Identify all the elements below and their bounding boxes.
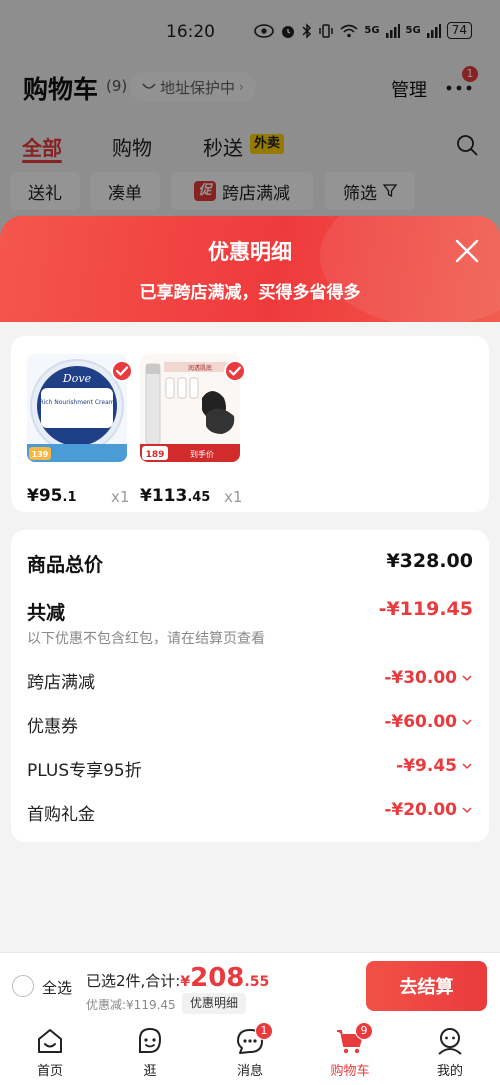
chevron-down-icon[interactable] (461, 673, 473, 683)
tab-cart[interactable]: 9 购物车 (300, 1018, 400, 1085)
product-price-int: ¥113 (140, 486, 188, 506)
selected-products-card: Dove Rich Nourishment Cream 139 ¥95.1 x1… (11, 336, 489, 512)
total-discount-value: -¥119.45 (378, 598, 473, 620)
sheet-header: 优惠明细 已享跨店满减，买得多省得多 (0, 216, 500, 324)
product-caption-text: Rich Nourishment Cream (39, 399, 114, 406)
discount-line-value: -¥9.45 (396, 756, 473, 776)
home-icon (38, 1029, 62, 1053)
product-price-dec: .1 (62, 490, 77, 505)
tab-label: 消息 (236, 1064, 263, 1079)
discount-line-label: 跨店满减 (27, 673, 95, 693)
tab-browse[interactable]: 逛 (100, 1018, 200, 1085)
chevron-down-icon[interactable] (461, 761, 473, 771)
tab-badge: 1 (255, 1022, 273, 1040)
profile-icon (438, 1028, 462, 1055)
product-price: ¥95.1 (27, 486, 76, 506)
discount-line-amount: -¥9.45 (396, 756, 457, 776)
discount-line-plus[interactable]: PLUS专享95折 -¥9.45 (27, 756, 473, 782)
select-all-label[interactable]: 全选 (42, 977, 72, 998)
select-all-checkbox[interactable] (12, 975, 34, 997)
discount-line-first-purchase[interactable]: 首购礼金 -¥20.00 (27, 800, 473, 826)
tab-label: 购物车 (330, 1064, 370, 1079)
checkout-bar: 全选 已选2件,合计:¥208.55 优惠减:¥119.45 优惠明细 去结算 (0, 952, 500, 1018)
total-amount-main: 208 (190, 963, 245, 993)
discount-line-amount: -¥60.00 (384, 712, 457, 732)
close-icon[interactable] (454, 238, 480, 264)
discount-line-label: 优惠券 (27, 717, 78, 737)
discount-detail-button[interactable]: 优惠明细 (182, 993, 247, 1014)
bottom-tab-bar: 首页 逛 1 消息 9 购物车 我的 (0, 1018, 500, 1085)
tab-label: 首页 (36, 1064, 63, 1079)
product-image-price: 139 (32, 450, 49, 459)
selected-check-icon[interactable] (224, 360, 246, 382)
checkout-button-label: 去结算 (399, 977, 454, 998)
discount-note: 以下优惠不包含红包，请在结算页查看 (27, 631, 265, 647)
product-price-int: ¥95 (27, 486, 63, 506)
tab-messages[interactable]: 1 消息 (200, 1018, 300, 1085)
tab-profile[interactable]: 我的 (400, 1018, 500, 1085)
saved-amount: 优惠减:¥119.45 (86, 998, 176, 1012)
selected-summary-text: 已选2件,合计: (86, 972, 181, 990)
discount-line-label: PLUS专享95折 (27, 761, 142, 781)
discount-line-value: -¥60.00 (384, 712, 473, 732)
tab-label: 逛 (143, 1064, 157, 1079)
tab-badge: 9 (355, 1022, 373, 1040)
discount-line-value: -¥30.00 (384, 668, 473, 688)
discount-line-amount: -¥20.00 (384, 800, 457, 820)
selected-summary: 已选2件,合计:¥208.55 (86, 963, 269, 993)
product-image-price: 189 (146, 450, 165, 460)
sheet-subtitle: 已享跨店满减，买得多省得多 (139, 283, 361, 303)
modal-overlay[interactable] (0, 0, 500, 240)
total-discount-label: 共减 (27, 602, 66, 624)
total-currency: ¥ (180, 974, 191, 990)
header-decoration (320, 216, 500, 324)
product-price: ¥113.45 (140, 486, 210, 506)
discount-line-cross-store[interactable]: 跨店满减 -¥30.00 (27, 668, 473, 694)
checkout-button[interactable]: 去结算 (366, 961, 487, 1011)
browse-face-icon (139, 1027, 162, 1053)
selected-check-icon[interactable] (111, 360, 133, 382)
total-price-value: ¥328.00 (386, 550, 473, 572)
total-price-row: 商品总价 ¥328.00 (27, 550, 473, 578)
product-caption-text: 润透肌底 (188, 364, 212, 372)
total-price-label: 商品总价 (27, 554, 104, 576)
product-brand-text: Dove (62, 372, 92, 385)
product-image-promo: 到手价 (190, 449, 214, 459)
tab-home[interactable]: 首页 (0, 1018, 100, 1085)
tab-label: 我的 (436, 1064, 463, 1079)
discount-details-card: 商品总价 ¥328.00 共减 -¥119.45 以下优惠不包含红包，请在结算页… (11, 530, 489, 842)
chevron-down-icon[interactable] (461, 805, 473, 815)
total-discount-row: 共减 -¥119.45 以下优惠不包含红包，请在结算页查看 (27, 598, 473, 648)
discount-line-coupon[interactable]: 优惠券 -¥60.00 (27, 712, 473, 738)
sheet-title: 优惠明细 (208, 240, 292, 264)
total-amount-decimal: .55 (244, 974, 270, 990)
product-price-dec: .45 (187, 490, 211, 505)
discount-line-amount: -¥30.00 (384, 668, 457, 688)
discount-line-label: 首购礼金 (27, 805, 95, 825)
product-quantity: x1 (111, 488, 130, 506)
discount-line-value: -¥20.00 (384, 800, 473, 820)
product-quantity: x1 (224, 488, 243, 506)
chevron-down-icon[interactable] (461, 717, 473, 727)
